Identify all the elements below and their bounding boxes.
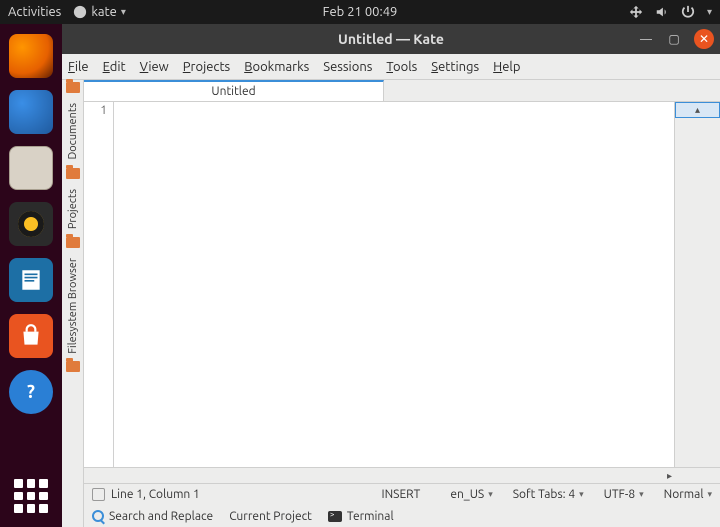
kate-app-icon [73, 5, 87, 19]
system-top-bar: Activities kate ▾ Feb 21 00:49 ▾ [0, 0, 720, 24]
question-icon: ? [19, 380, 43, 404]
insert-mode[interactable]: INSERT [382, 488, 421, 501]
tool-search-replace[interactable]: Search and Replace [92, 510, 213, 523]
clock[interactable]: Feb 21 00:49 [323, 5, 398, 19]
encoding-selector[interactable]: UTF-8 [604, 488, 644, 501]
svg-text:?: ? [27, 382, 35, 402]
menu-bar: File Edit View Projects Bookmarks Sessio… [62, 54, 720, 80]
left-side-panel: Documents Projects Filesystem Browser [62, 80, 84, 527]
dock-thunderbird[interactable] [9, 90, 53, 134]
menu-bookmarks[interactable]: Bookmarks [244, 60, 309, 74]
chevron-down-icon: ▾ [121, 6, 126, 18]
active-app-label: kate [91, 5, 117, 19]
dock-files[interactable] [9, 146, 53, 190]
line-number-gutter: 1 [84, 102, 114, 467]
power-icon[interactable] [681, 5, 695, 19]
system-menu-chevron-icon[interactable]: ▾ [707, 6, 712, 18]
window-title: Untitled — Kate [338, 31, 444, 47]
tab-untitled[interactable]: Untitled [84, 80, 384, 101]
vertical-scrollbar[interactable]: ▴ [674, 102, 720, 467]
dock-help[interactable]: ? [9, 370, 53, 414]
panel-projects[interactable]: Projects [67, 183, 79, 235]
window-titlebar[interactable]: Untitled — Kate — ▢ ✕ [62, 24, 720, 54]
maximize-button[interactable]: ▢ [666, 31, 682, 47]
menu-view[interactable]: View [140, 60, 169, 74]
menu-settings[interactable]: Settings [431, 60, 479, 74]
menu-projects[interactable]: Projects [183, 60, 230, 74]
network-icon[interactable] [629, 5, 643, 19]
activities-button[interactable]: Activities [8, 5, 61, 19]
text-editor[interactable] [114, 102, 674, 467]
tool-label: Terminal [347, 510, 394, 523]
search-icon [92, 510, 104, 522]
editor-area: Untitled 1 ▴ ▸ Line 1, Column 1 INSERT e… [84, 80, 720, 527]
kate-window: Untitled — Kate — ▢ ✕ File Edit View Pro… [62, 24, 720, 527]
panel-filesystem-browser[interactable]: Filesystem Browser [67, 252, 79, 360]
folder-icon [66, 168, 80, 179]
tab-strip: Untitled [84, 80, 720, 102]
indent-selector[interactable]: Soft Tabs: 4 [513, 488, 584, 501]
editmode-selector[interactable]: Normal [664, 488, 712, 501]
volume-icon[interactable] [655, 5, 669, 19]
cursor-position[interactable]: Line 1, Column 1 [111, 488, 200, 501]
menu-sessions[interactable]: Sessions [323, 60, 372, 74]
status-bar: Line 1, Column 1 INSERT en_US Soft Tabs:… [84, 483, 720, 505]
active-app-menu[interactable]: kate ▾ [73, 5, 126, 19]
line-number: 1 [84, 104, 107, 117]
document-icon [18, 267, 44, 293]
panel-documents[interactable]: Documents [67, 97, 79, 166]
status-doc-icon[interactable] [92, 488, 105, 501]
horizontal-scrollbar[interactable]: ▸ [84, 467, 720, 483]
menu-file[interactable]: File [68, 60, 89, 74]
scroll-up-button[interactable]: ▴ [675, 102, 720, 118]
tool-label: Search and Replace [109, 510, 213, 523]
menu-help[interactable]: Help [493, 60, 520, 74]
locale-selector[interactable]: en_US [450, 488, 492, 501]
menu-tools[interactable]: Tools [386, 60, 417, 74]
close-button[interactable]: ✕ [694, 29, 714, 49]
dock-firefox[interactable] [9, 34, 53, 78]
shopping-bag-icon [18, 323, 44, 349]
dock-rhythmbox[interactable] [9, 202, 53, 246]
launcher-dock: ? [0, 24, 62, 527]
folder-icon [66, 361, 80, 372]
minimize-button[interactable]: — [638, 31, 654, 47]
dock-writer[interactable] [9, 258, 53, 302]
folder-icon [66, 237, 80, 248]
dock-software[interactable] [9, 314, 53, 358]
tool-current-project[interactable]: Current Project [229, 510, 312, 523]
terminal-icon [328, 511, 342, 522]
tool-terminal[interactable]: Terminal [328, 510, 394, 523]
show-applications[interactable] [14, 479, 48, 513]
bottom-tool-bar: Search and Replace Current Project Termi… [84, 505, 720, 527]
folder-icon [66, 82, 80, 93]
menu-edit[interactable]: Edit [103, 60, 126, 74]
